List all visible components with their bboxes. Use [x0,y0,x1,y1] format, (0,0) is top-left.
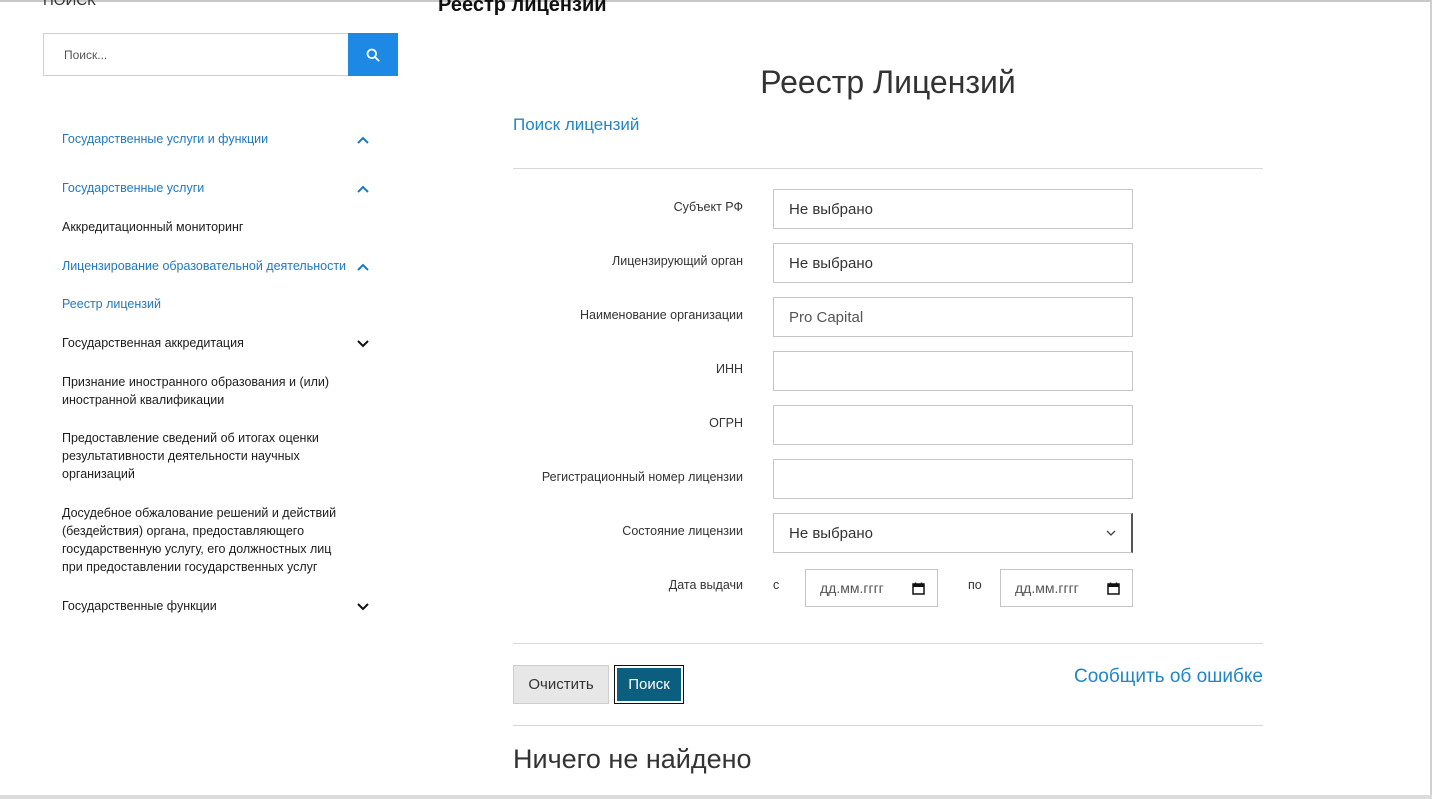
status-select[interactable]: Не выбрано [773,513,1133,553]
org-name-field[interactable]: Pro Capital [773,297,1133,337]
divider [513,725,1263,726]
search-input[interactable] [43,33,348,76]
chevron-down-icon[interactable] [356,602,370,612]
subject-value: Не выбрано [789,200,873,218]
org-name-value: Pro Capital [789,308,864,326]
sidebar-item-label: Государственные услуги и функции [62,132,269,146]
status-value: Не выбрано [789,524,873,542]
sidebar-search [43,33,398,76]
window-top-border [0,0,1432,2]
subject-field[interactable]: Не выбрано [773,189,1133,229]
licensing-body-value: Не выбрано [789,254,873,272]
search-submit-button[interactable]: Поиск [614,665,684,704]
ogrn-label: ОГРН [709,416,743,430]
no-results-message: Ничего не найдено [513,744,752,774]
date-to-input[interactable]: дд.мм.гггг [1000,569,1133,607]
search-button[interactable] [348,33,398,76]
date-from-input[interactable]: дд.мм.гггг [805,569,938,607]
sidebar-item-license-registry[interactable]: Реестр лицензий [62,295,372,313]
sidebar-item-label: Аккредитационный мониторинг [62,220,244,234]
sidebar-item-science-evaluation[interactable]: Предоставление сведений об итогах оценки… [62,429,337,483]
search-icon [366,48,380,62]
chevron-up-icon[interactable] [356,262,370,272]
inn-label: ИНН [715,362,743,376]
main-title: Реестр Лицензий [760,64,1016,100]
report-error-link[interactable]: Сообщить об ошибке [1074,666,1263,688]
inn-field[interactable] [773,351,1133,391]
window-bottom-border [0,795,1432,799]
sidebar-item-pretrial-appeal[interactable]: Досудебное обжалование решений и действи… [62,504,352,576]
sidebar-item-gov-services[interactable]: Государственные услуги [62,179,372,197]
sidebar-item-label: Государственная аккредитация [62,336,244,350]
subject-label: Субъект РФ [673,200,743,214]
sidebar-item-gov-accreditation[interactable]: Государственная аккредитация [62,334,372,352]
sidebar-item-label: Досудебное обжалование решений и действи… [62,506,337,574]
ogrn-field[interactable] [773,405,1133,445]
date-to-label: по [968,578,982,592]
sidebar-item-label: Предоставление сведений об итогах оценки… [62,431,319,481]
clear-button[interactable]: Очистить [513,665,609,704]
sidebar-item-label: Государственные функции [62,599,217,613]
date-to-placeholder: дд.мм.гггг [1015,580,1079,596]
date-from-placeholder: дд.мм.гггг [820,580,884,596]
sidebar-item-accreditation-monitoring[interactable]: Аккредитационный мониторинг [62,218,372,236]
calendar-icon[interactable] [912,582,925,595]
reg-number-label: Регистрационный номер лицензии [541,470,743,484]
chevron-up-icon[interactable] [356,184,370,194]
sidebar-item-gov-services-functions[interactable]: Государственные услуги и функции [62,130,372,148]
sidebar-item-label: Лицензирование образовательной деятельно… [62,259,347,273]
sidebar-item-label: Государственные услуги [62,181,205,195]
sidebar-item-foreign-education[interactable]: Признание иностранного образования и (ил… [62,373,347,409]
sidebar-item-label: Реестр лицензий [62,297,161,311]
licensing-body-field[interactable]: Не выбрано [773,243,1133,283]
org-name-label: Наименование организации [580,308,743,322]
sidebar-item-licensing[interactable]: Лицензирование образовательной деятельно… [62,257,382,275]
reg-number-field[interactable] [773,459,1133,499]
licensing-body-label: Лицензирующий орган [612,254,743,268]
divider [513,168,1263,169]
date-from-label: с [773,578,780,592]
calendar-icon[interactable] [1107,582,1120,595]
page-title: Реестр лицензий [438,0,607,16]
sidebar-title: ПОИСК [43,0,96,9]
search-licenses-link[interactable]: Поиск лицензий [513,115,639,135]
issue-date-label: Дата выдачи [668,578,743,592]
status-label: Состояние лицензии [622,524,743,538]
sidebar-item-gov-functions[interactable]: Государственные функции [62,597,372,615]
chevron-down-icon [1106,530,1116,536]
sidebar-item-label: Признание иностранного образования и (ил… [62,375,330,407]
chevron-down-icon[interactable] [356,339,370,349]
divider [513,643,1263,644]
chevron-up-icon[interactable] [356,135,370,145]
